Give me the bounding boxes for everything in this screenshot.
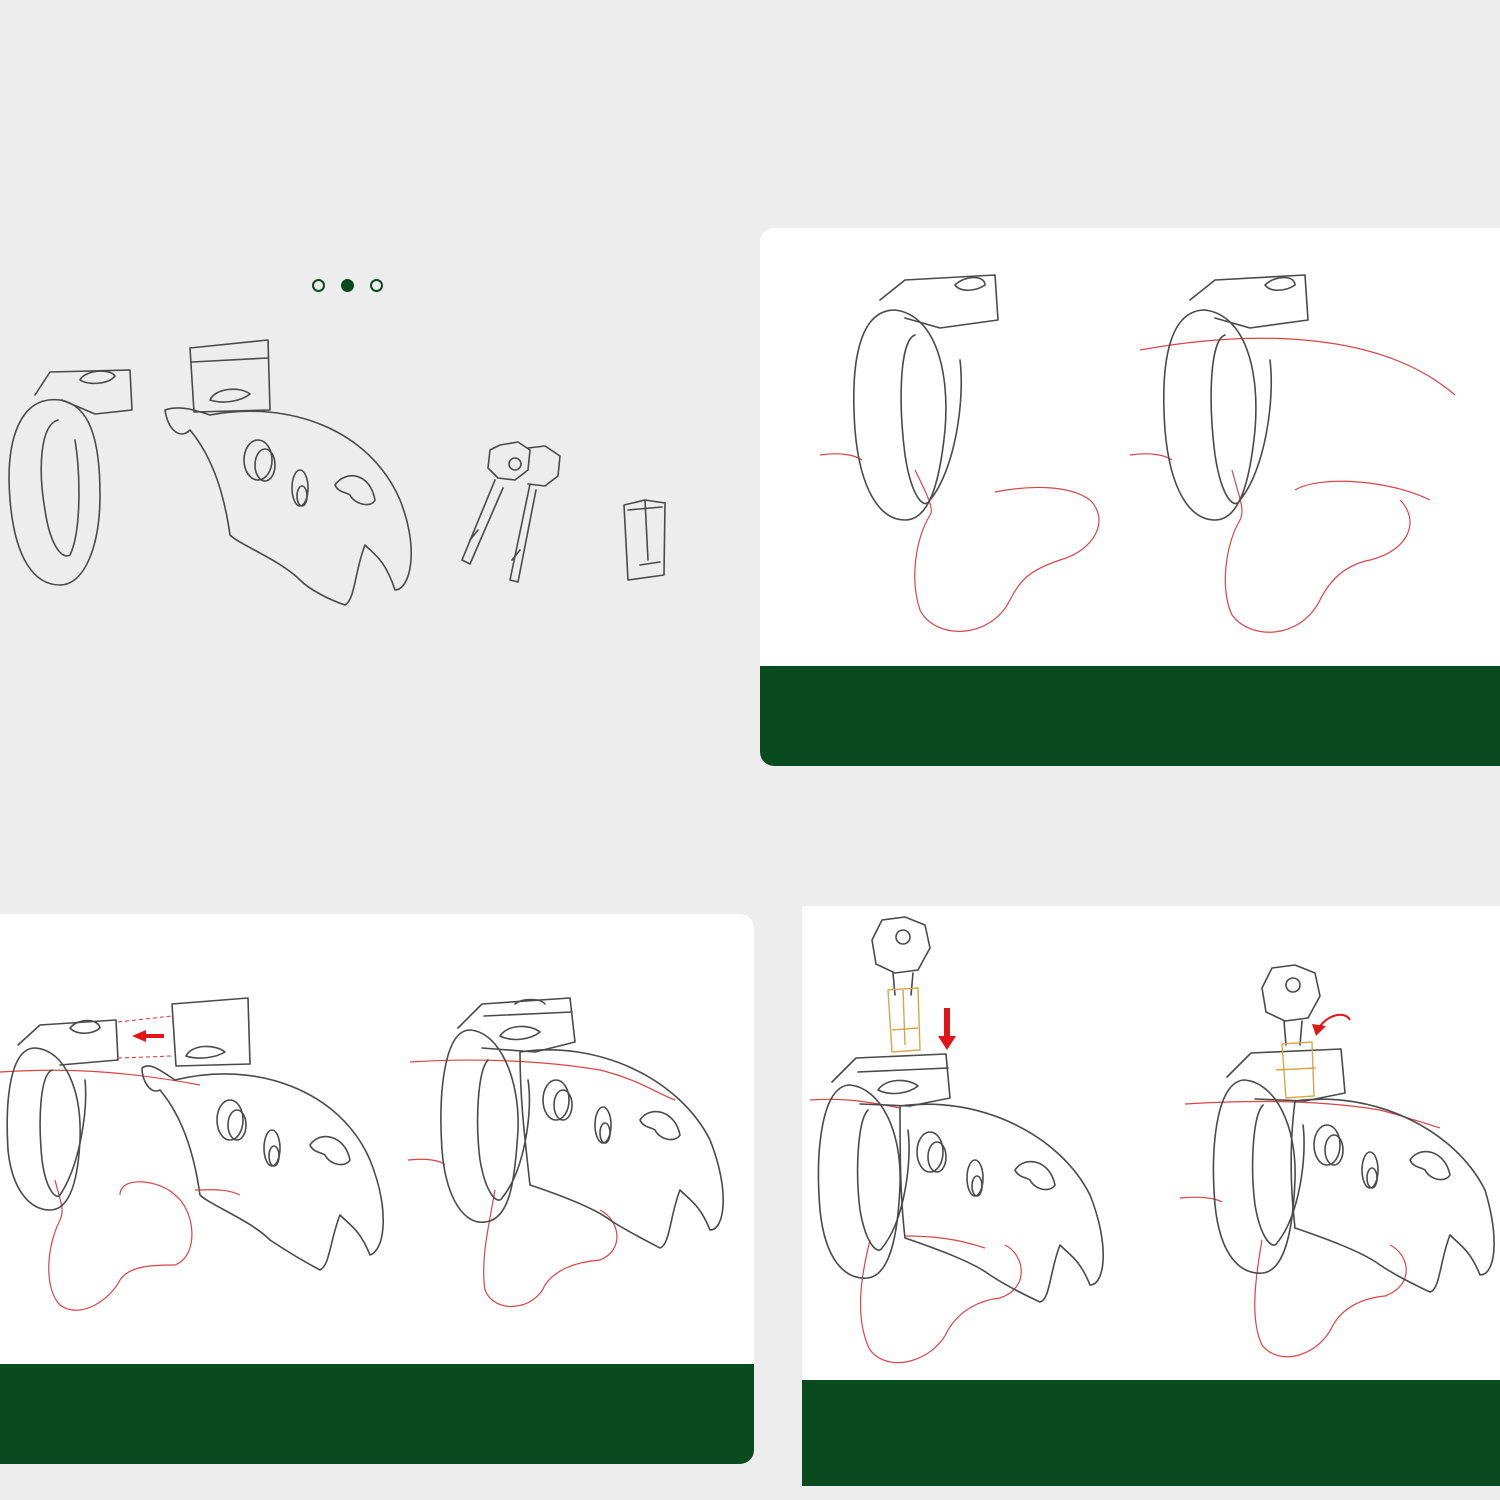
ring-fitted-with-body-illustration	[1129, 274, 1456, 633]
step-card-fit-ring	[760, 228, 1500, 766]
lock-cylinder-illustration	[623, 499, 666, 581]
step-card-attach-cage	[0, 914, 754, 1464]
parts-overview	[8, 339, 666, 606]
carousel-pager	[312, 279, 396, 299]
keys-illustration	[461, 441, 561, 583]
ring-on-body-illustration	[819, 274, 1100, 632]
step-card-footer-band	[802, 1380, 1500, 1486]
base-ring-illustration	[8, 369, 133, 586]
turn-key-to-lock-illustration	[1179, 964, 1495, 1358]
pager-dot-2-active[interactable]	[341, 279, 354, 292]
attach-cage-illustrations	[0, 997, 724, 1311]
cage-illustration	[164, 339, 412, 606]
pager-dot-3[interactable]	[370, 279, 383, 292]
cage-attached-illustration	[407, 997, 724, 1307]
slide-cage-onto-ring-illustration	[0, 997, 384, 1311]
lock-illustrations	[809, 916, 1495, 1364]
fit-ring-illustrations	[819, 274, 1456, 633]
insert-lock-with-key-illustration	[809, 916, 1104, 1364]
step-card-lock	[802, 906, 1500, 1486]
step-card-footer-band	[760, 666, 1500, 766]
pager-dot-1[interactable]	[312, 279, 325, 292]
step-card-footer-band	[0, 1364, 754, 1464]
